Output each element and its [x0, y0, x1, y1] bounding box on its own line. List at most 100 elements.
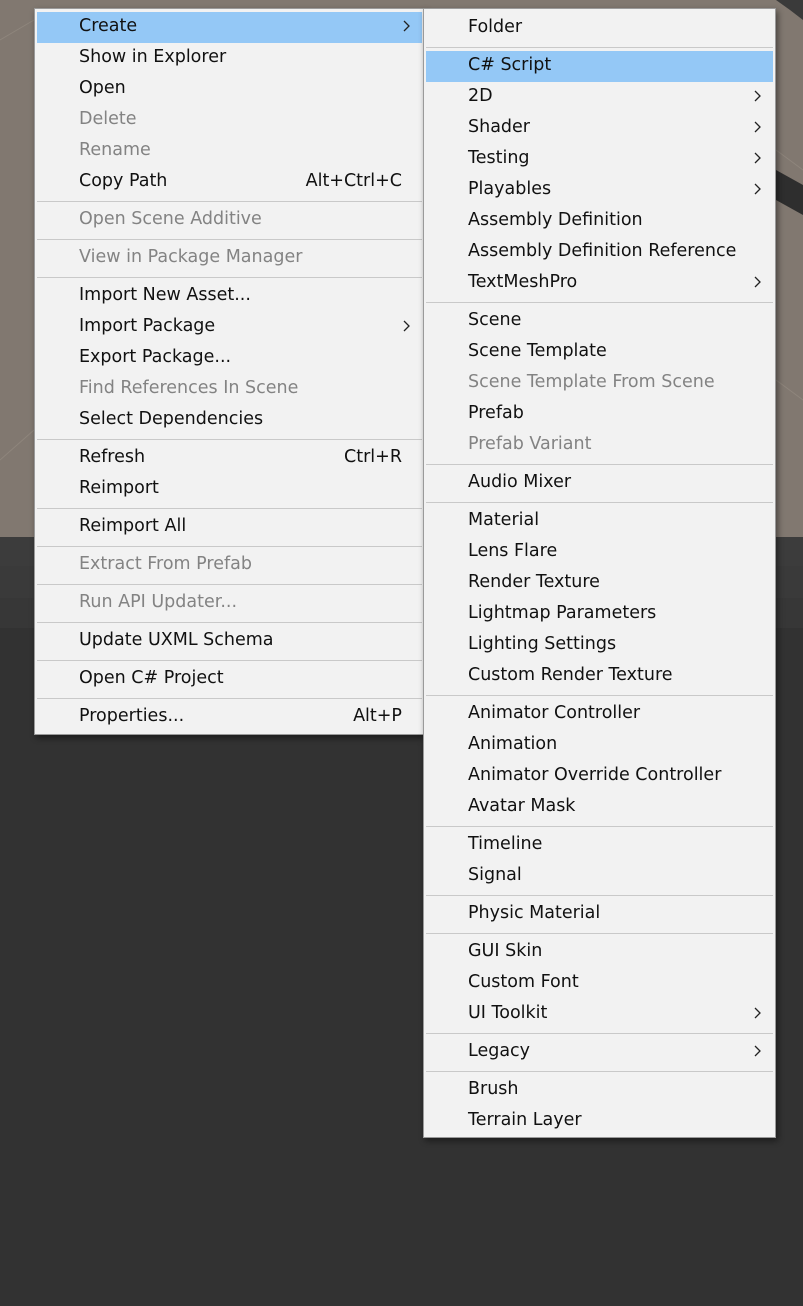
menu-item-label: Signal [468, 865, 522, 885]
menu-item-reimport-all[interactable]: Reimport All [37, 512, 422, 543]
menu-item-scene-template[interactable]: Scene Template [426, 337, 773, 368]
menu-item-label: Lighting Settings [468, 634, 617, 654]
menu-item-lighting-settings[interactable]: Lighting Settings [426, 630, 773, 661]
menu-item-export-package[interactable]: Export Package... [37, 343, 422, 374]
menu-item-label: Testing [468, 148, 530, 168]
menu-item-assembly-definition[interactable]: Assembly Definition [426, 206, 773, 237]
menu-separator [37, 622, 422, 623]
menu-item-animator-controller[interactable]: Animator Controller [426, 699, 773, 730]
menu-item-testing[interactable]: Testing [426, 144, 773, 175]
menu-separator [37, 584, 422, 585]
menu-item-label: Audio Mixer [468, 472, 572, 492]
menu-item-signal[interactable]: Signal [426, 861, 773, 892]
menu-item-import-package[interactable]: Import Package [37, 312, 422, 343]
menu-item-label: Assembly Definition Reference [468, 241, 737, 261]
chevron-right-icon [754, 121, 761, 133]
menu-item-label: Show in Explorer [79, 47, 227, 67]
menu-item-shader[interactable]: Shader [426, 113, 773, 144]
menu-item-audio-mixer[interactable]: Audio Mixer [426, 468, 773, 499]
chevron-right-icon [754, 276, 761, 288]
menu-separator [426, 933, 773, 934]
menu-item-label: Animator Controller [468, 703, 641, 723]
menu-item-folder[interactable]: Folder [426, 13, 773, 44]
menu-item-properties[interactable]: Properties... Alt+P [37, 702, 422, 733]
menu-item-render-texture[interactable]: Render Texture [426, 568, 773, 599]
menu-item-legacy[interactable]: Legacy [426, 1037, 773, 1068]
menu-item-label: Assembly Definition [468, 210, 643, 230]
menu-item-label: Import New Asset... [79, 285, 251, 305]
menu-item-scene[interactable]: Scene [426, 306, 773, 337]
menu-item-lens-flare[interactable]: Lens Flare [426, 537, 773, 568]
menu-separator [426, 895, 773, 896]
menu-item-animator-override-controller[interactable]: Animator Override Controller [426, 761, 773, 792]
menu-separator [426, 502, 773, 503]
menu-item-gui-skin[interactable]: GUI Skin [426, 937, 773, 968]
menu-item-label: Reimport [79, 478, 159, 498]
menu-item-animation[interactable]: Animation [426, 730, 773, 761]
menu-item-label: Physic Material [468, 903, 601, 923]
menu-item-label: Material [468, 510, 540, 530]
menu-item-open[interactable]: Open [37, 74, 422, 105]
menu-item-select-dependencies[interactable]: Select Dependencies [37, 405, 422, 436]
menu-item-label: Lens Flare [468, 541, 558, 561]
menu-item-textmeshpro[interactable]: TextMeshPro [426, 268, 773, 299]
menu-item-prefab[interactable]: Prefab [426, 399, 773, 430]
menu-separator [426, 1033, 773, 1034]
menu-item-open-c-project[interactable]: Open C# Project [37, 664, 422, 695]
menu-item-label: Copy Path [79, 171, 168, 191]
menu-item-import-new-asset[interactable]: Import New Asset... [37, 281, 422, 312]
chevron-right-icon [754, 183, 761, 195]
menu-item-refresh[interactable]: Refresh Ctrl+R [37, 443, 422, 474]
menu-item-custom-font[interactable]: Custom Font [426, 968, 773, 999]
menu-item-label: Delete [79, 109, 137, 129]
menu-item-label: GUI Skin [468, 941, 543, 961]
menu-item-brush[interactable]: Brush [426, 1075, 773, 1106]
menu-item-c-script[interactable]: C# Script [426, 51, 773, 82]
menu-item-label: Refresh [79, 447, 146, 467]
menu-item-label: Custom Render Texture [468, 665, 673, 685]
menu-item-label: Export Package... [79, 347, 232, 367]
chevron-right-icon [754, 152, 761, 164]
menu-item-timeline[interactable]: Timeline [426, 830, 773, 861]
menu-item-label: Avatar Mask [468, 796, 576, 816]
menu-item-label: Select Dependencies [79, 409, 264, 429]
menu-item-reimport[interactable]: Reimport [37, 474, 422, 505]
menu-item-label: Folder [468, 17, 523, 37]
menu-item-label: Terrain Layer [468, 1110, 582, 1130]
menu-item-label: Update UXML Schema [79, 630, 274, 650]
menu-item-open-scene-additive: Open Scene Additive [37, 205, 422, 236]
menu-item-label: Lightmap Parameters [468, 603, 657, 623]
menu-item-update-uxml-schema[interactable]: Update UXML Schema [37, 626, 422, 657]
chevron-right-icon [754, 1045, 761, 1057]
menu-item-label: Render Texture [468, 572, 600, 592]
menu-item-label: Prefab [468, 403, 524, 423]
menu-item-physic-material[interactable]: Physic Material [426, 899, 773, 930]
menu-item-extract-from-prefab: Extract From Prefab [37, 550, 422, 581]
menu-item-label: Open [79, 78, 126, 98]
menu-item-copy-path[interactable]: Copy Path Alt+Ctrl+C [37, 167, 422, 198]
menu-item-label: C# Script [468, 55, 552, 75]
menu-separator [426, 47, 773, 48]
menu-item-ui-toolkit[interactable]: UI Toolkit [426, 999, 773, 1030]
menu-separator [426, 695, 773, 696]
menu-separator [37, 698, 422, 699]
chevron-right-icon [403, 20, 410, 32]
menu-item-label: Brush [468, 1079, 519, 1099]
menu-item-label: 2D [468, 86, 493, 106]
menu-separator [426, 302, 773, 303]
menu-item-lightmap-parameters[interactable]: Lightmap Parameters [426, 599, 773, 630]
menu-item-custom-render-texture[interactable]: Custom Render Texture [426, 661, 773, 692]
menu-item-2d[interactable]: 2D [426, 82, 773, 113]
context-menu: Create Show in Explorer Open Delete Rename Co… [34, 8, 425, 735]
menu-item-assembly-definition-reference[interactable]: Assembly Definition Reference [426, 237, 773, 268]
menu-item-label: Run API Updater... [79, 592, 238, 612]
menu-item-material[interactable]: Material [426, 506, 773, 537]
menu-item-show-in-explorer[interactable]: Show in Explorer [37, 43, 422, 74]
menu-item-delete: Delete [37, 105, 422, 136]
menu-item-playables[interactable]: Playables [426, 175, 773, 206]
menu-item-avatar-mask[interactable]: Avatar Mask [426, 792, 773, 823]
menu-item-create[interactable]: Create [37, 12, 422, 43]
menu-item-scene-template-from-scene: Scene Template From Scene [426, 368, 773, 399]
menu-item-run-api-updater: Run API Updater... [37, 588, 422, 619]
menu-item-terrain-layer[interactable]: Terrain Layer [426, 1106, 773, 1137]
